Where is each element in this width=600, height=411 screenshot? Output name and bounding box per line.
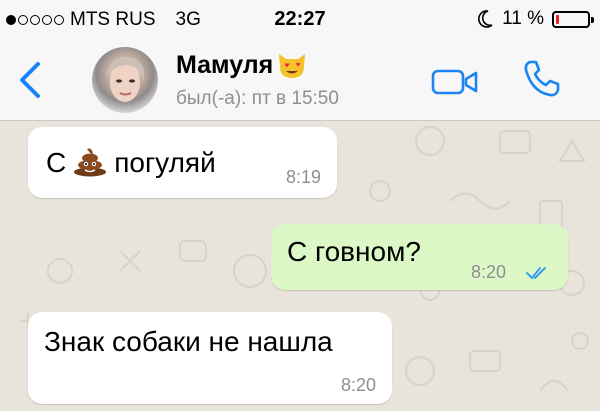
- message-incoming[interactable]: С погуляй 8:19: [28, 127, 337, 198]
- status-right: 11 %: [476, 8, 594, 30]
- video-call-icon[interactable]: [430, 66, 480, 98]
- message-outgoing[interactable]: С говном? 8:20: [271, 224, 568, 290]
- message-time: 8:20: [471, 262, 507, 282]
- last-seen-status: был(-а): пт в 15:50: [176, 88, 339, 109]
- message-text: С погуляй: [46, 145, 216, 179]
- message-time: 8:20: [340, 375, 376, 395]
- contact-avatar[interactable]: [92, 47, 158, 113]
- message-text-part: погуляй: [114, 147, 216, 178]
- double-check-read-icon: [526, 267, 546, 280]
- chat-area[interactable]: С погуляй 8:19 С говном? 8:20 Знак собак…: [0, 121, 600, 411]
- pile-of-poo-emoji-icon: [74, 148, 107, 177]
- battery-level-fill: [556, 14, 559, 24]
- contact-name-text: Мамуля: [176, 50, 274, 79]
- avatar-portrait-icon: [106, 56, 145, 102]
- heart-eyes-cat-emoji-icon: [279, 54, 306, 78]
- phone-call-icon[interactable]: [520, 56, 564, 100]
- battery-icon: [552, 10, 594, 28]
- message-time: 8:19: [285, 167, 321, 187]
- battery-percent: 11 %: [502, 8, 544, 29]
- message-text-part: С: [46, 147, 67, 178]
- moon-icon: [478, 10, 493, 28]
- message-incoming[interactable]: Знак собаки не нашла 8:20: [28, 312, 392, 404]
- chat-header: Мамуля был(-а): пт в 15:50: [0, 38, 600, 121]
- message-text: С говном?: [287, 236, 421, 267]
- back-chevron-icon[interactable]: [14, 60, 46, 100]
- contact-name[interactable]: Мамуля: [176, 50, 308, 80]
- message-text: Знак собаки не нашла: [44, 326, 333, 357]
- status-bar: MTS RUS 3G 22:27 11 %: [0, 0, 600, 38]
